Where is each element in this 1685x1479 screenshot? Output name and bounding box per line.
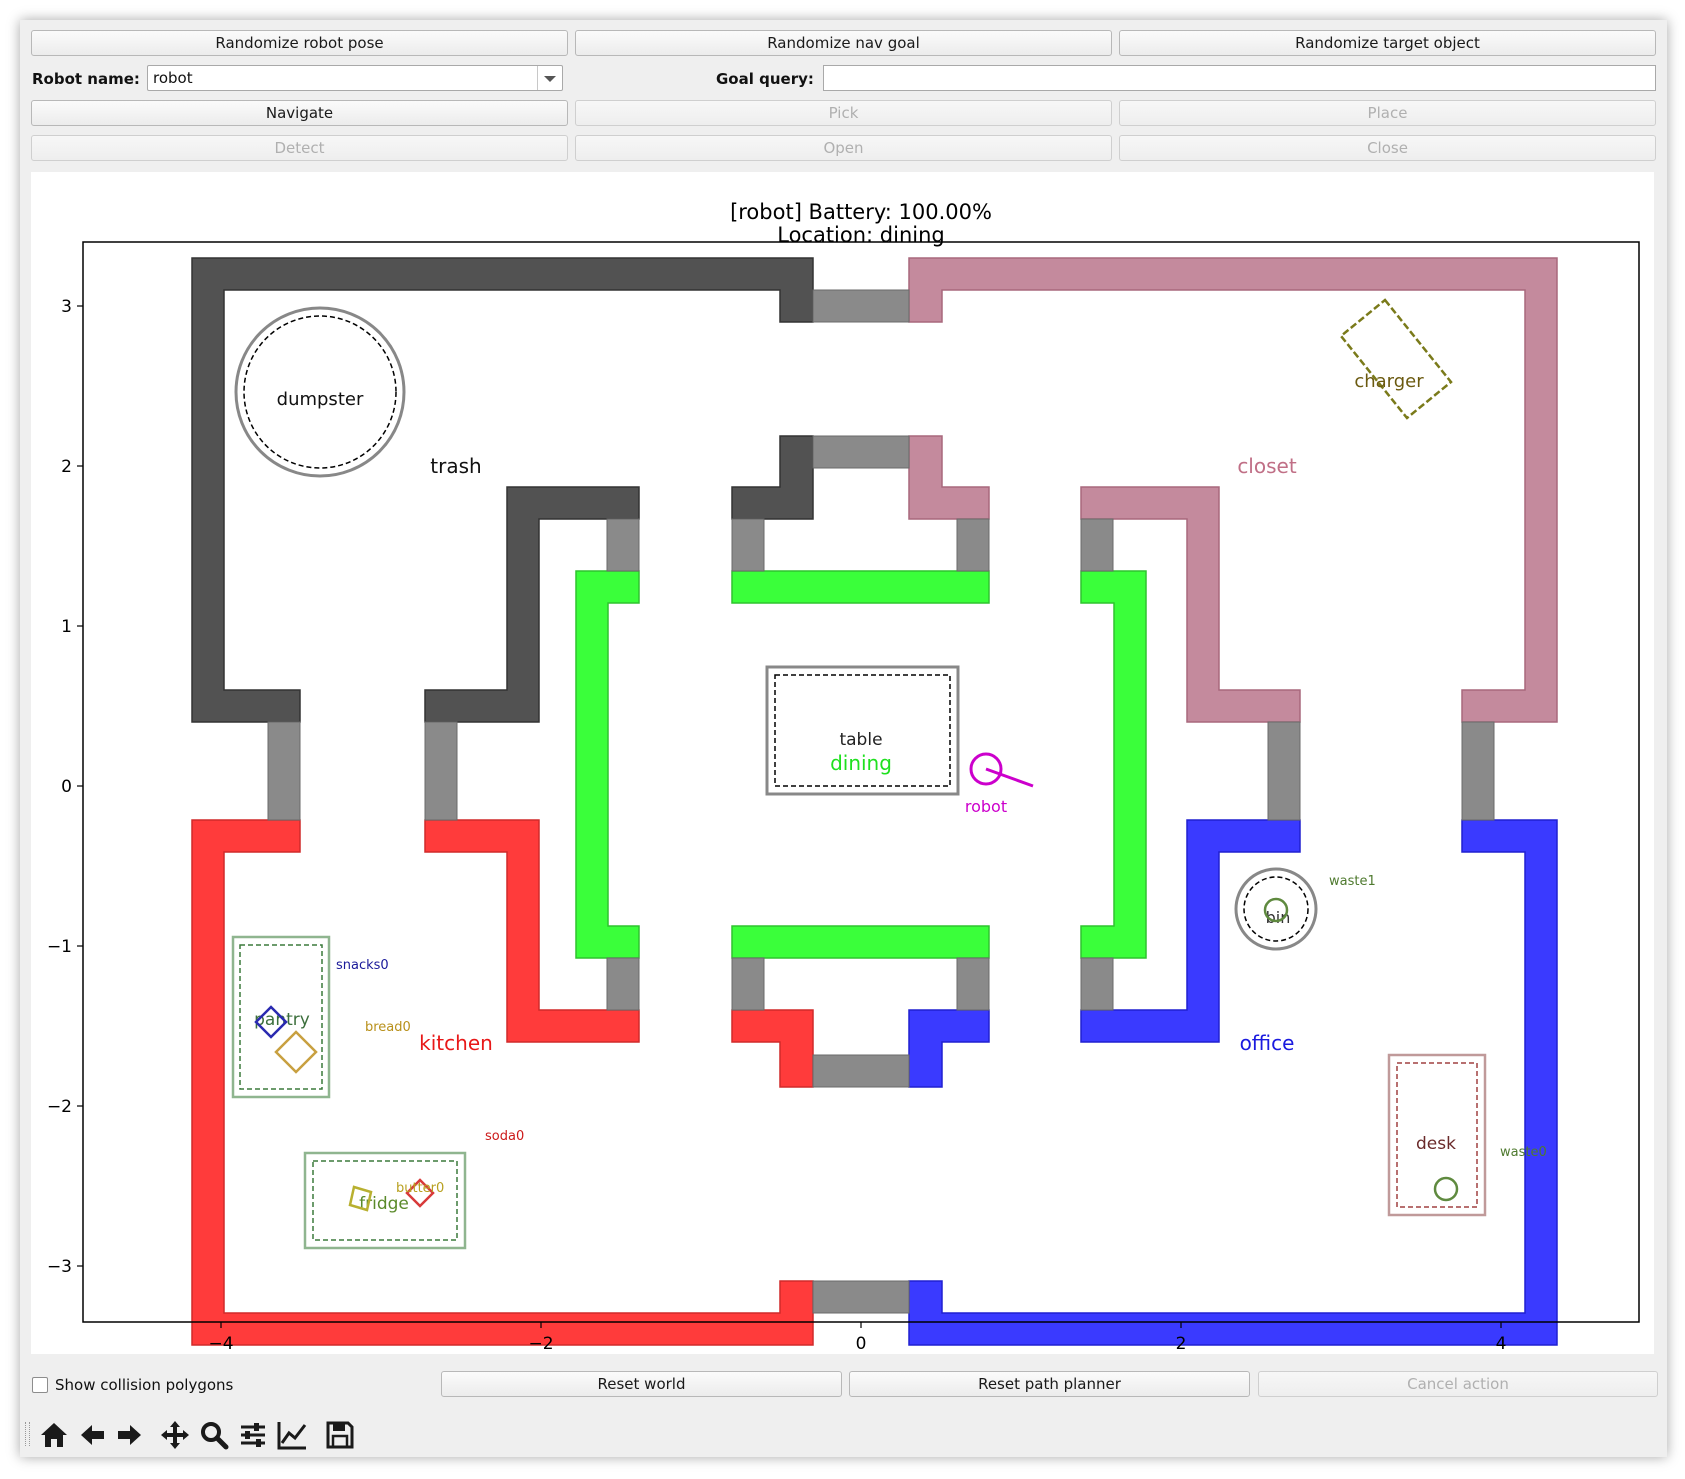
place-button[interactable]: Place — [1119, 100, 1656, 126]
save-icon[interactable] — [323, 1418, 357, 1452]
cancel-action-button[interactable]: Cancel action — [1258, 1371, 1658, 1397]
randomize-target-object-button[interactable]: Randomize target object — [1119, 30, 1656, 56]
zoom-icon[interactable] — [197, 1418, 231, 1452]
xtick-label: 2 — [1176, 1334, 1187, 1354]
room-label-dining: dining — [830, 751, 892, 775]
desk-label: desk — [1416, 1134, 1456, 1154]
room-label-trash: trash — [430, 454, 481, 478]
ytick-label: −1 — [47, 937, 72, 957]
chevron-down-icon[interactable] — [537, 66, 562, 90]
reset-world-button[interactable]: Reset world — [441, 1371, 842, 1397]
bread0-label: bread0 — [365, 1020, 411, 1035]
ytick-label: 3 — [61, 297, 72, 317]
edit-axis-icon[interactable] — [275, 1418, 309, 1452]
world-plot-canvas[interactable]: [robot] Battery: 100.00% Location: dinin… — [31, 172, 1654, 1354]
open-button[interactable]: Open — [575, 135, 1112, 161]
ytick-label: 2 — [61, 457, 72, 477]
toolbar-grip — [25, 1422, 30, 1446]
app-window: Randomize robot pose Randomize nav goal … — [20, 20, 1667, 1457]
goal-query-input[interactable] — [823, 65, 1656, 91]
forward-arrow-icon[interactable] — [113, 1418, 147, 1452]
robot-name-combobox[interactable]: robot — [147, 65, 563, 91]
show-collision-polygons-checkbox[interactable] — [32, 1377, 48, 1393]
configure-subplots-icon[interactable] — [236, 1418, 270, 1452]
xtick-label: −4 — [208, 1334, 233, 1354]
snacks0-label: snacks0 — [336, 958, 389, 973]
ytick-label: 1 — [61, 617, 72, 637]
xtick-label: 0 — [856, 1334, 867, 1354]
back-arrow-icon[interactable] — [75, 1418, 109, 1452]
bread0-marker — [274, 1030, 318, 1074]
waste0-marker — [1433, 1176, 1459, 1202]
room-label-closet: closet — [1237, 454, 1297, 478]
close-button[interactable]: Close — [1119, 135, 1656, 161]
navigate-button[interactable]: Navigate — [31, 100, 568, 126]
dumpster-label: dumpster — [277, 389, 364, 410]
reset-path-planner-button[interactable]: Reset path planner — [849, 1371, 1250, 1397]
waste1-label: waste1 — [1329, 874, 1376, 889]
robot-name-label: Robot name: — [32, 70, 140, 88]
room-office-walls — [908, 819, 1558, 1346]
xtick-label: 4 — [1496, 1334, 1507, 1354]
show-collision-polygons-row[interactable]: Show collision polygons — [32, 1376, 233, 1394]
show-collision-polygons-label: Show collision polygons — [55, 1376, 234, 1394]
ytick-label: −2 — [47, 1097, 72, 1117]
ytick-label: 0 — [61, 777, 72, 797]
plot-title-location: Location: dining — [777, 223, 945, 247]
room-trash-walls — [191, 257, 814, 723]
randomize-robot-pose-button[interactable]: Randomize robot pose — [31, 30, 568, 56]
table-label: table — [839, 730, 882, 750]
hallways — [267, 289, 1495, 1314]
world-map-plot: [robot] Battery: 100.00% Location: dinin… — [47, 200, 1640, 1354]
goal-query-label: Goal query: — [716, 70, 814, 88]
charger-outline — [1339, 298, 1453, 420]
waste0-label: waste0 — [1500, 1145, 1547, 1160]
xtick-label: −2 — [528, 1334, 553, 1354]
robot-label: robot — [965, 797, 1007, 816]
detect-button[interactable]: Detect — [31, 135, 568, 161]
charger-label: charger — [1354, 371, 1424, 392]
ytick-label: −3 — [47, 1257, 72, 1277]
robot-name-value: robot — [153, 69, 193, 87]
home-icon[interactable] — [37, 1418, 71, 1452]
navigation-toolbar — [20, 1412, 1667, 1457]
room-label-kitchen: kitchen — [419, 1031, 493, 1055]
plot-title-battery: [robot] Battery: 100.00% — [730, 200, 992, 224]
butter0-label: butter0 — [396, 1181, 444, 1196]
randomize-nav-goal-button[interactable]: Randomize nav goal — [575, 30, 1112, 56]
room-kitchen-walls — [191, 819, 814, 1346]
pick-button[interactable]: Pick — [575, 100, 1112, 126]
soda0-label: soda0 — [485, 1129, 524, 1144]
room-closet-walls — [908, 257, 1558, 723]
pan-icon[interactable] — [158, 1418, 192, 1452]
room-label-office: office — [1240, 1031, 1295, 1055]
